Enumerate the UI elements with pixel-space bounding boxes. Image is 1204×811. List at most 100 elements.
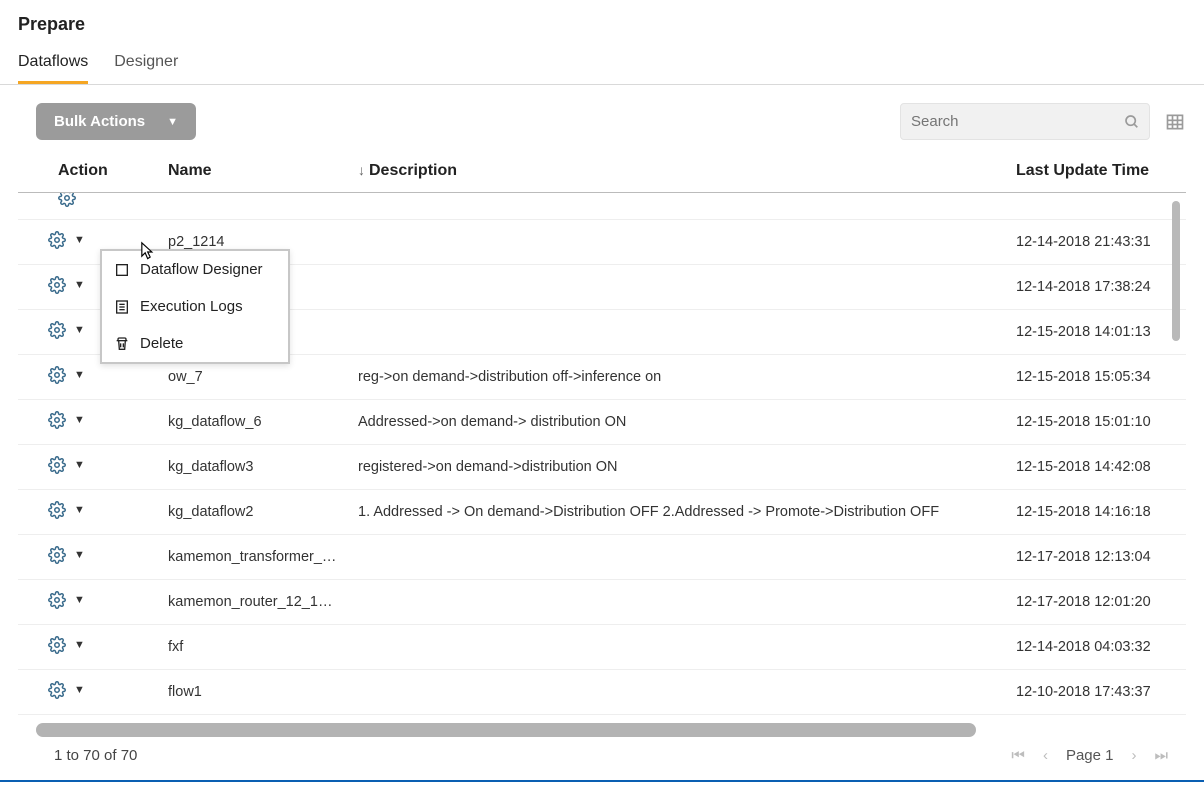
tab-designer[interactable]: Designer <box>114 45 178 84</box>
row-description: 1. Addressed -> On demand->Distribution … <box>348 490 1006 535</box>
row-name[interactable]: kamemon_transformer_12… <box>158 535 348 580</box>
table-footer: 1 to 70 of 70 ⏮ ‹ Page 1 › ⏭ <box>0 737 1204 778</box>
page-label: Page 1 <box>1066 747 1114 764</box>
menu-label: Dataflow Designer <box>140 261 263 278</box>
menu-label: Delete <box>140 335 183 352</box>
row-time: 12-14-2018 04:03:32 <box>1006 625 1186 670</box>
action-cell: ▼ <box>18 490 158 535</box>
row-action-trigger[interactable]: ▼ <box>48 501 85 519</box>
col-action[interactable]: Action <box>18 154 158 193</box>
table-row: ▼ kamemon_router_12_17_2… 12-17-2018 12:01… <box>18 580 1186 625</box>
row-name[interactable]: kg_dataflow_6 <box>158 400 348 445</box>
action-context-menu: Dataflow Designer Execution Logs Delete <box>100 249 290 364</box>
row-description <box>348 310 1006 355</box>
designer-icon <box>114 262 130 278</box>
row-name[interactable]: flow1 <box>158 670 348 715</box>
row-action-trigger[interactable]: ▼ <box>48 276 85 294</box>
row-name[interactable]: fxf <box>158 625 348 670</box>
bulk-actions-label: Bulk Actions <box>54 113 145 130</box>
row-action-trigger[interactable]: ▼ <box>48 546 85 564</box>
vertical-scrollbar[interactable] <box>1170 193 1180 693</box>
row-description <box>348 535 1006 580</box>
search-icon[interactable] <box>1124 114 1140 130</box>
col-description[interactable]: ↓Description <box>348 154 1006 193</box>
row-time: 12-15-2018 14:01:13 <box>1006 310 1186 355</box>
menu-execution-logs[interactable]: Execution Logs <box>102 288 288 325</box>
col-time[interactable]: Last Update Time <box>1006 154 1186 193</box>
gear-icon <box>48 546 66 564</box>
tabs: Dataflows Designer <box>0 45 1204 85</box>
table-row: ▼flow112-10-2018 17:43:37 <box>18 670 1186 715</box>
row-description <box>348 625 1006 670</box>
pager: ⏮ ‹ Page 1 › ⏭ <box>1011 747 1168 764</box>
scroll-thumb[interactable] <box>1172 201 1180 341</box>
toolbar: Bulk Actions ▼ <box>0 85 1204 154</box>
row-time: 12-15-2018 15:01:10 <box>1006 400 1186 445</box>
trash-icon <box>114 336 130 352</box>
gear-icon[interactable] <box>28 193 76 207</box>
horizontal-scrollbar[interactable] <box>36 723 976 737</box>
bottom-accent <box>0 780 1204 782</box>
row-description: Addressed->on demand-> distribution ON <box>348 400 1006 445</box>
caret-down-icon: ▼ <box>74 324 85 336</box>
columns-icon[interactable] <box>1164 111 1186 133</box>
tab-dataflows[interactable]: Dataflows <box>18 45 88 84</box>
menu-dataflow-designer[interactable]: Dataflow Designer <box>102 251 288 288</box>
gear-icon <box>48 636 66 654</box>
row-time: 12-15-2018 14:16:18 <box>1006 490 1186 535</box>
row-action-trigger[interactable]: ▼ <box>48 681 85 699</box>
gear-icon <box>48 591 66 609</box>
row-name[interactable]: kg_dataflow2 <box>158 490 348 535</box>
caret-down-icon: ▼ <box>167 116 178 128</box>
caret-down-icon: ▼ <box>74 504 85 516</box>
action-cell: ▼ <box>18 535 158 580</box>
action-cell: ▼ <box>18 445 158 490</box>
bulk-actions-button[interactable]: Bulk Actions ▼ <box>36 103 196 140</box>
search-input-wrap <box>900 103 1150 140</box>
caret-down-icon: ▼ <box>74 234 85 246</box>
row-action-trigger[interactable]: ▼ <box>48 411 85 429</box>
row-description: registered->on demand->distribution ON <box>348 445 1006 490</box>
row-description: reg->on demand->distribution off->infere… <box>348 355 1006 400</box>
row-action-trigger[interactable]: ▼ <box>48 231 85 249</box>
cursor-pointer-icon <box>136 241 156 263</box>
row-action-trigger[interactable]: ▼ <box>48 456 85 474</box>
row-action-trigger[interactable]: ▼ <box>48 366 85 384</box>
row-action-trigger[interactable]: ▼ <box>48 591 85 609</box>
row-time: 12-14-2018 17:38:24 <box>1006 265 1186 310</box>
row-description <box>348 670 1006 715</box>
row-time: 12-14-2018 21:43:31 <box>1006 220 1186 265</box>
action-cell: ▼ <box>18 400 158 445</box>
caret-down-icon: ▼ <box>74 549 85 561</box>
row-name[interactable]: kamemon_router_12_17_2… <box>158 580 348 625</box>
table-row: ▼ fxf 12-14-2018 04:03:32 <box>18 625 1186 670</box>
row-name[interactable]: kg_dataflow3 <box>158 445 348 490</box>
row-time: 12-17-2018 12:13:04 <box>1006 535 1186 580</box>
row-action-trigger[interactable]: ▼ <box>48 321 85 339</box>
logs-icon <box>114 299 130 315</box>
menu-delete[interactable]: Delete <box>102 325 288 362</box>
page-last-icon[interactable]: ⏭ <box>1154 747 1168 764</box>
action-cell: ▼ <box>18 670 158 715</box>
row-action-trigger[interactable]: ▼ <box>48 636 85 654</box>
page-first-icon[interactable]: ⏮ <box>1011 747 1025 764</box>
page-next-icon[interactable]: › <box>1131 747 1136 764</box>
dataflows-table: Action Name ↓Description Last Update Tim… <box>18 154 1186 193</box>
gear-icon <box>48 501 66 519</box>
caret-down-icon: ▼ <box>74 414 85 426</box>
gear-icon <box>48 366 66 384</box>
table-row: ▼ kamemon_transformer_12… 12-17-2018 12:13… <box>18 535 1186 580</box>
caret-down-icon: ▼ <box>74 594 85 606</box>
page-prev-icon[interactable]: ‹ <box>1043 747 1048 764</box>
col-name[interactable]: Name <box>158 154 348 193</box>
action-cell: ▼ <box>18 625 158 670</box>
row-time: 12-15-2018 14:42:08 <box>1006 445 1186 490</box>
table-row: ▼ kg_dataflow_6Addressed->on demand-> dis… <box>18 400 1186 445</box>
search-input[interactable] <box>900 103 1150 140</box>
sort-down-icon: ↓ <box>358 162 365 178</box>
table-row-partial <box>18 193 1186 220</box>
row-description <box>348 580 1006 625</box>
caret-down-icon: ▼ <box>74 639 85 651</box>
caret-down-icon: ▼ <box>74 369 85 381</box>
row-time: 12-17-2018 12:01:20 <box>1006 580 1186 625</box>
